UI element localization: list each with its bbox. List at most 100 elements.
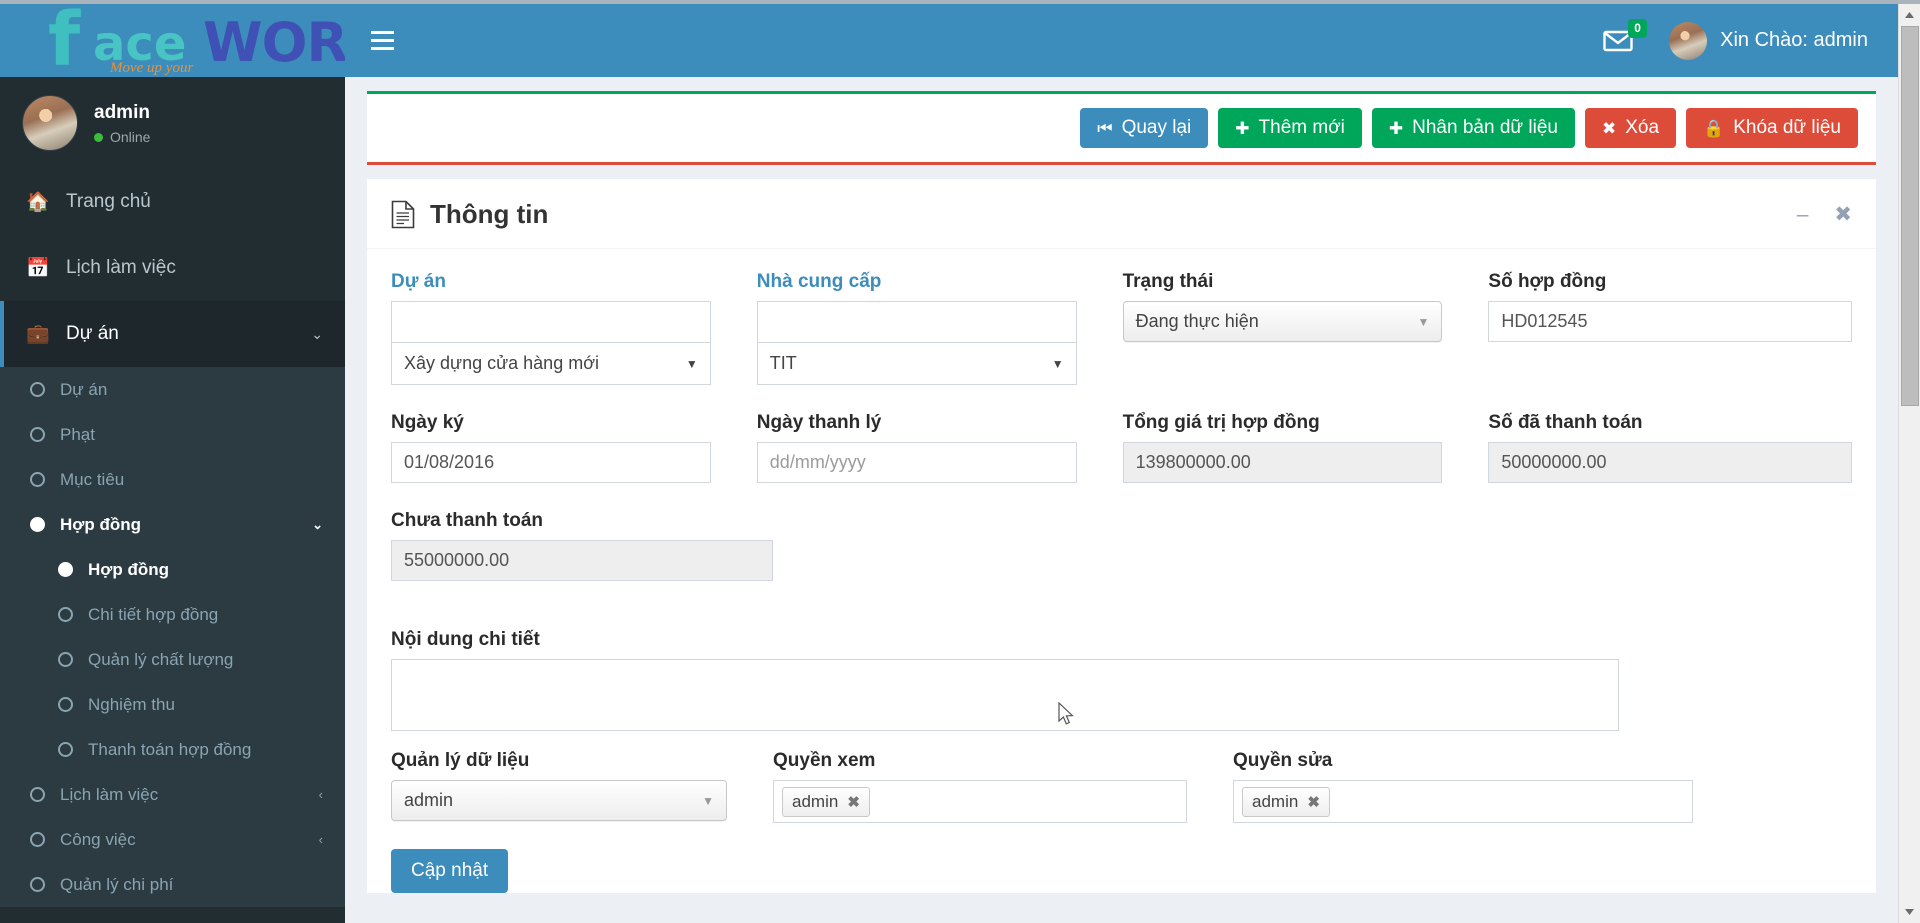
times-icon[interactable]: ✖ [847,793,860,811]
circle-o-icon [30,427,45,442]
delete-button[interactable]: ✖ Xóa [1584,108,1677,148]
brand-logo[interactable]: f ace WORKS Move up your [0,4,345,77]
close-icon[interactable]: ✖ [1834,204,1852,225]
field-data-manager: Quản lý dữ liệu admin ▼ [391,750,773,823]
scrollbar-thumb[interactable] [1900,26,1919,406]
navbar-user-menu[interactable]: Xin Chào: admin [1669,21,1868,60]
sidebar-item-label: Hợp đồng [88,559,170,579]
sidebar-user-panel[interactable]: admin Online [0,77,345,169]
view-right-tokeninput[interactable]: admin ✖ [773,780,1187,823]
sidebar-item-hop-dong-group[interactable]: Hợp đồng ⌄ [0,502,345,547]
field-details: Nội dung chi tiết [391,629,1619,736]
back-button[interactable]: ⏮ Quay lại [1080,108,1209,148]
sidebar-nav: 🏠 Trang chủ 📅 Lịch làm việc 💼 Dự án ⌄ Dự… [0,169,345,923]
delete-button-label: Xóa [1625,117,1660,138]
calendar-icon: 📅 [26,258,50,279]
project-search-input[interactable] [391,301,711,342]
sidebar-item-nghiem-thu[interactable]: Nghiệm thu [0,682,345,727]
sign-date-input[interactable] [391,442,711,483]
back-button-label: Quay lại [1121,117,1192,138]
hamburger-icon[interactable] [363,23,402,58]
sidebar-item-lich-lam-viec[interactable]: 📅 Lịch làm việc [0,235,345,301]
sidebar-item-phat[interactable]: Phạt [0,412,345,457]
logo-letter-f: f [48,4,81,77]
details-textarea[interactable] [391,659,1619,731]
sidebar-item-chi-tiet-hop-dong[interactable]: Chi tiết hợp đồng [0,592,345,637]
project-combobox[interactable]: Xây dựng cửa hàng mới ▼ [391,301,711,385]
field-total-value: Tổng giá trị hợp đồng [1122,412,1489,483]
circle-o-icon [58,697,73,712]
scroll-down-arrow-icon[interactable] [1899,901,1920,923]
field-liquidation-date-label: Ngày thanh lý [756,412,882,433]
sidebar-item-thanh-toan-hop-dong[interactable]: Thanh toán hợp đồng [0,727,345,772]
logo-tagline: Move up your [110,60,194,76]
messages-button[interactable]: 0 [1599,18,1648,57]
caret-down-icon: ▼ [685,356,698,371]
sidebar-item-label: Lịch làm việc [66,257,176,278]
minus-icon[interactable]: – [1797,204,1809,225]
online-dot-icon [94,132,103,142]
project-select[interactable]: Xây dựng cửa hàng mới ▼ [391,342,711,385]
main-area: 0 Xin Chào: admin ⏮ Quay lại ✚ Thêm mới [345,4,1898,923]
add-new-button-label: Thêm mới [1258,117,1345,138]
sidebar-item-muc-tieu[interactable]: Mục tiêu [0,457,345,502]
sidebar-item-lich-lam-viec-sub[interactable]: Lịch làm việc ‹ [0,772,345,817]
edit-right-tokeninput[interactable]: admin ✖ [1233,780,1693,823]
token[interactable]: admin ✖ [1242,786,1330,817]
circle-o-icon [30,382,45,397]
circle-o-icon [58,652,73,667]
scrollbar-track[interactable] [1899,406,1920,901]
liquidation-date-input[interactable] [756,442,1077,483]
circle-filled-icon [30,517,45,532]
sidebar-item-label: Hợp đồng [60,514,142,534]
token-label: admin [1252,791,1299,811]
sidebar-item-quan-ly-chat-luong[interactable]: Quản lý chất lượng [0,637,345,682]
scroll-up-arrow-icon[interactable] [1899,4,1920,26]
status-select[interactable]: Đang thực hiện ▼ [1122,301,1443,342]
navbar-greeting: Xin Chào: admin [1720,29,1868,51]
field-details-label: Nội dung chi tiết [391,629,540,650]
sidebar-item-du-an[interactable]: 💼 Dự án ⌄ [0,301,345,367]
vertical-scrollbar[interactable] [1898,4,1920,923]
plus-icon: ✚ [1388,118,1404,138]
field-supplier: Nhà cung cấp TIT ▼ [756,271,1123,385]
field-status: Trạng thái Đang thực hiện ▼ [1122,271,1489,385]
circle-o-icon [30,832,45,847]
clone-data-button[interactable]: ✚ Nhân bản dữ liệu [1371,108,1575,148]
field-paid-label: Số đã thanh toán [1488,412,1643,433]
sidebar-item-hop-dong[interactable]: Hợp đồng [0,547,345,592]
field-total-value-label: Tổng giá trị hợp đồng [1122,412,1320,433]
chevron-left-icon: ‹ [318,787,323,802]
chevron-down-icon: ⌄ [311,325,323,342]
lock-data-button-label: Khóa dữ liệu [1733,117,1841,138]
avatar [1669,21,1708,60]
sidebar-item-quan-ly-chi-phi[interactable]: Quản lý chi phí [0,862,345,907]
times-icon: ✖ [1601,118,1617,138]
clone-data-button-label: Nhân bản dữ liệu [1412,117,1558,138]
supplier-combobox[interactable]: TIT ▼ [756,301,1077,385]
submit-button[interactable]: Cập nhật [391,849,509,893]
page-title-label: Thông tin [430,199,549,229]
field-unpaid-label: Chưa thanh toán [391,510,544,531]
field-sign-date-label: Ngày ký [391,412,464,433]
sidebar-item-du-an-child[interactable]: Dự án [0,367,345,412]
app-shell: f ace WORKS Move up your admin Online 🏠 … [0,4,1920,923]
sidebar-item-cong-viec[interactable]: Công việc ‹ [0,817,345,862]
data-manager-select[interactable]: admin ▼ [391,780,727,821]
briefcase-icon: 💼 [26,324,50,345]
token[interactable]: admin ✖ [782,786,870,817]
field-project: Dự án Xây dựng cửa hàng mới ▼ [391,271,757,385]
sidebar-item-label: Quản lý chi phí [60,874,174,894]
field-contract-no-label: Số hợp đồng [1488,271,1607,292]
times-icon[interactable]: ✖ [1307,793,1320,811]
contract-no-input[interactable] [1488,301,1852,342]
supplier-select[interactable]: TIT ▼ [756,342,1077,385]
sidebar-item-trang-chu[interactable]: 🏠 Trang chủ [0,169,345,235]
supplier-search-input[interactable] [756,301,1077,342]
add-new-button[interactable]: ✚ Thêm mới [1218,108,1362,148]
plus-icon: ✚ [1235,118,1250,138]
lock-data-button[interactable]: 🔒 Khóa dữ liệu [1686,108,1858,148]
avatar [22,95,78,151]
sidebar-item-label: Dự án [66,323,119,344]
field-view-right-label: Quyền xem [773,750,876,771]
